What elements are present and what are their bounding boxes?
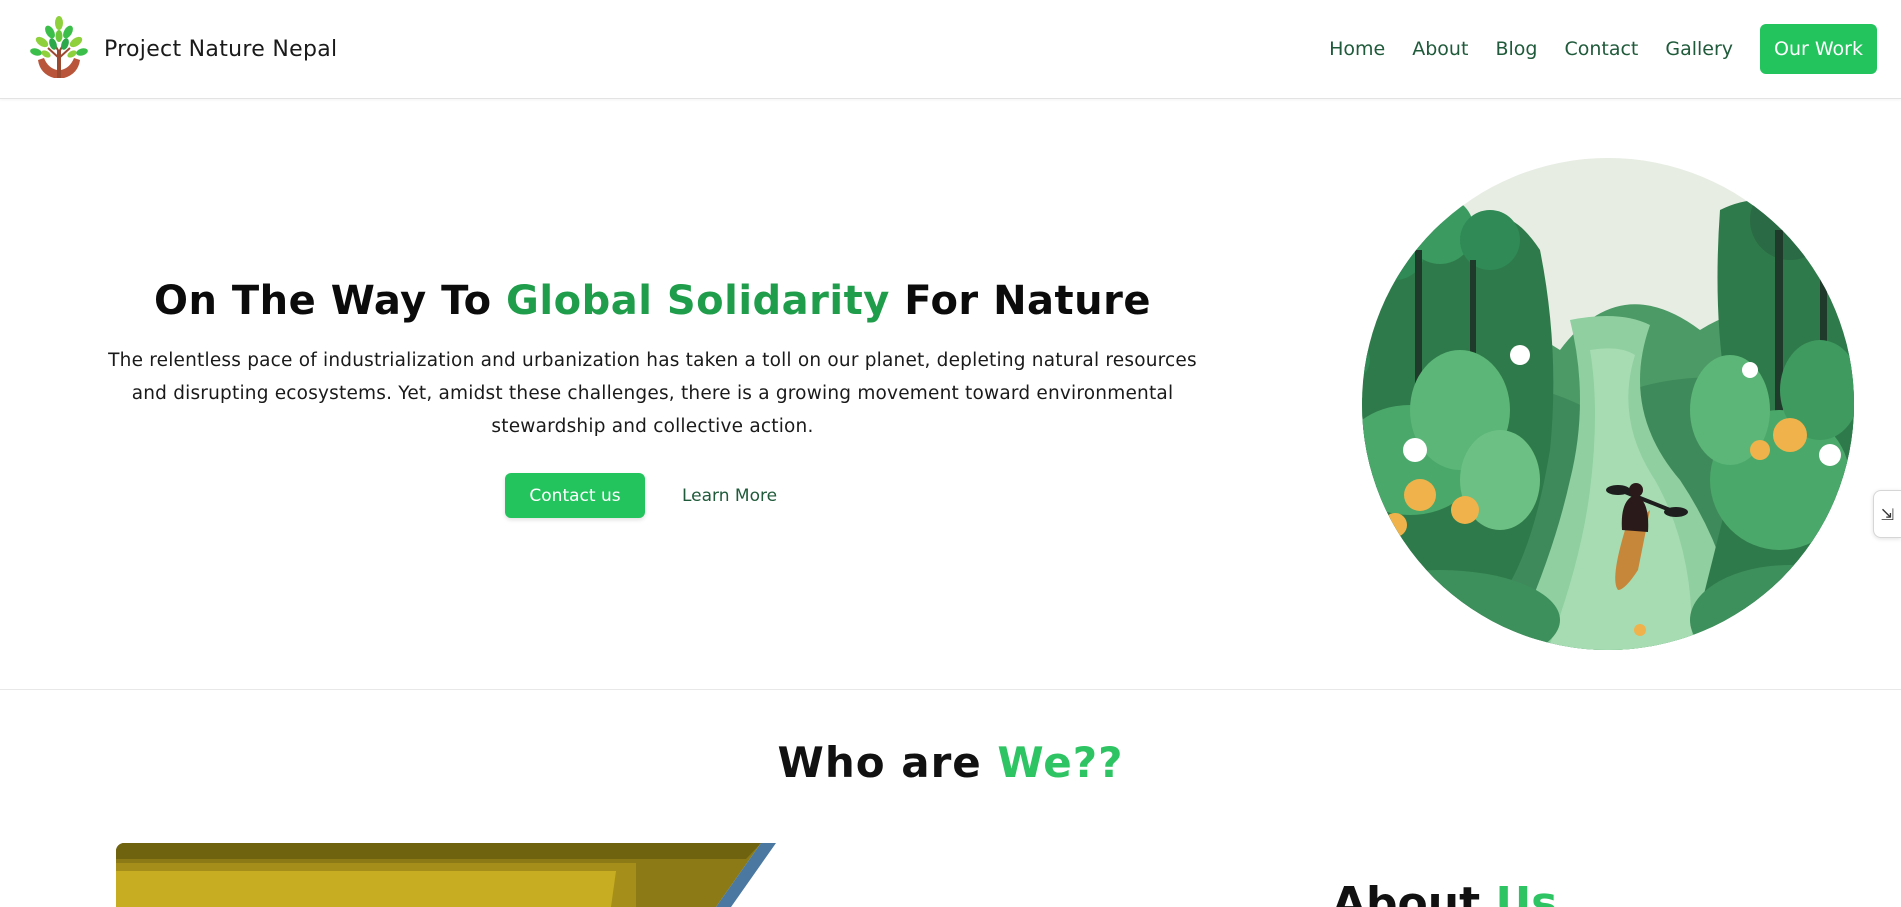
nav-blog[interactable]: Blog bbox=[1495, 38, 1537, 60]
brand-name: Project Nature Nepal bbox=[104, 36, 338, 62]
hero-title-before: On The Way To bbox=[153, 278, 507, 324]
who-are-we-title: Who are We?? bbox=[0, 738, 1901, 787]
hero-title-after: For Nature bbox=[889, 278, 1151, 324]
hero-description: The relentless pace of industrialization… bbox=[108, 350, 1197, 437]
section-divider bbox=[0, 689, 1901, 690]
main-nav: Home About Blog Contact Gallery Our Work bbox=[1329, 24, 1877, 74]
hero-title-highlight: Global Solidarity bbox=[506, 278, 890, 324]
hero-title: On The Way To Global Solidarity For Natu… bbox=[0, 278, 1305, 324]
our-work-button[interactable]: Our Work bbox=[1760, 24, 1877, 74]
about-us-title: About Us bbox=[1332, 878, 1557, 907]
brand[interactable]: Project Nature Nepal bbox=[24, 14, 337, 84]
site-header: Project Nature Nepal Home About Blog Con… bbox=[0, 0, 1901, 99]
contact-us-button[interactable]: Contact us bbox=[505, 473, 645, 518]
learn-more-link[interactable]: Learn More bbox=[682, 473, 777, 518]
nav-contact[interactable]: Contact bbox=[1564, 38, 1638, 60]
expand-icon[interactable]: ⇲ bbox=[1873, 490, 1901, 538]
about-title-before: About bbox=[1332, 878, 1496, 907]
nav-about[interactable]: About bbox=[1412, 38, 1468, 60]
tree-hands-logo-icon bbox=[30, 16, 88, 78]
about-title-highlight: Us bbox=[1495, 878, 1558, 907]
nav-gallery[interactable]: Gallery bbox=[1665, 38, 1733, 60]
nav-home[interactable]: Home bbox=[1329, 38, 1385, 60]
who-title-highlight: We?? bbox=[997, 738, 1124, 787]
river-kayak-illustration bbox=[1362, 158, 1854, 650]
about-photo bbox=[116, 843, 846, 907]
who-title-before: Who are bbox=[777, 738, 998, 787]
